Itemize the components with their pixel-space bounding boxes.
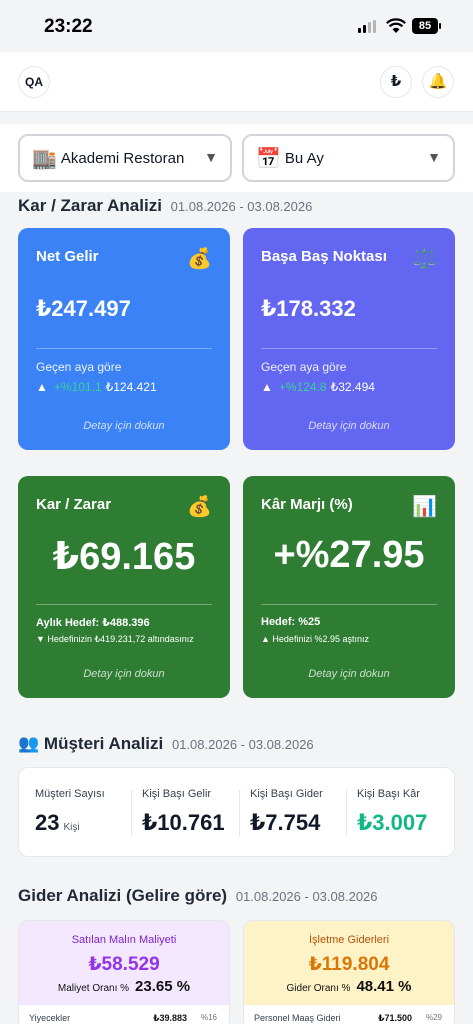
change-percent: +%124.8: [278, 380, 327, 394]
divider: [239, 790, 240, 836]
card-goal-note: ▼ Hedefinizin ₺419.231,72 altındasınız: [36, 634, 194, 644]
list-item: Yiyecekler ₺39.883 %16: [19, 1005, 229, 1024]
profit-per-customer: Kişi Başı Kâr ₺3.007: [357, 788, 428, 835]
period-select-value: Bu Ay: [284, 149, 324, 167]
card-value: ₺69.165: [52, 536, 196, 578]
card-title: Kâr Marjı (%): [261, 496, 353, 513]
status-time: 23:22: [44, 16, 93, 37]
operating-expenses-card[interactable]: İşletme Giderleri ₺119.804 Gider Oranı %…: [243, 920, 455, 1024]
filter-bar: 🏬 Akademi Restoran ▼ 📅 Bu Ay ▼: [0, 124, 473, 192]
list-item: Personel Maaş Gideri ₺71.500 %29: [244, 1005, 454, 1024]
card-title: Başa Baş Noktası: [261, 248, 387, 265]
chevron-down-icon: ▼: [427, 149, 441, 165]
net-income-card[interactable]: Net Gelir 💰 ₺247.497 Geçen aya göre ▲ +%1…: [18, 228, 230, 450]
card-comparison: ▲ +%124.8 ₺32.494: [261, 380, 375, 394]
customer-section-title: 👥 Müşteri Analizi 01.08.2026 - 03.08.202…: [18, 734, 314, 753]
expense-ratio: Gider Oranı % 48.41 %: [286, 978, 412, 995]
wifi-icon: [386, 18, 406, 33]
people-icon: 👥: [18, 734, 40, 753]
profit-section-range: 01.08.2026 - 03.08.2026: [170, 199, 313, 214]
customer-metrics-card: Müşteri Sayısı 23 Kişi Kişi Başı Gelir ₺1…: [18, 767, 455, 857]
previous-value: ₺32.494: [330, 380, 375, 394]
cogs-card[interactable]: Satılan Malın Maliyeti ₺58.529 Maliyet O…: [18, 920, 230, 1024]
notifications-button[interactable]: 🔔: [422, 66, 454, 98]
card-value: ₺119.804: [308, 954, 390, 975]
top-bar: QA ₺ 🔔: [0, 52, 473, 112]
card-value: +%27.95: [273, 534, 425, 576]
card-value: ₺247.497: [36, 296, 131, 321]
chevron-down-icon: ▼: [204, 149, 218, 165]
money-bag-icon: 💰: [187, 496, 212, 518]
status-bar: 23:22 85: [0, 0, 473, 52]
card-hint: Detay için dokun: [83, 668, 165, 680]
building-icon: 🏬: [32, 147, 57, 170]
battery-icon: 85: [412, 18, 441, 34]
restaurant-select-value: Akademi Restoran: [60, 149, 185, 167]
avatar[interactable]: QA: [18, 66, 50, 98]
divider: [36, 348, 212, 349]
divider: [261, 604, 437, 605]
currency-button[interactable]: ₺: [380, 66, 412, 98]
period-select[interactable]: 📅 Bu Ay ▼: [242, 134, 455, 182]
customer-count: Müşteri Sayısı 23 Kişi: [35, 788, 105, 835]
signal-icon: [358, 20, 376, 33]
card-title: Kar / Zarar: [36, 496, 112, 513]
expense-section-title: Gider Analizi (Gelire göre) 01.08.2026 -…: [18, 886, 378, 905]
bar-chart-icon: 📊: [412, 496, 437, 518]
profit-section-title: Kar / Zarar Analizi 01.08.2026 - 03.08.2…: [18, 196, 313, 215]
card-goal-note: ▲ Hedefinizi %2.95 aştınız: [261, 634, 369, 644]
card-hint: Detay için dokun: [83, 420, 165, 432]
card-value: ₺178.332: [261, 296, 356, 321]
divider: [346, 790, 347, 836]
card-title: İşletme Giderleri: [308, 934, 390, 946]
change-percent: +%101.1: [53, 380, 102, 394]
customer-section-range: 01.08.2026 - 03.08.2026: [171, 737, 314, 752]
scale-icon: ⚖️: [412, 248, 437, 270]
divider: [36, 604, 212, 605]
profit-loss-card[interactable]: Kar / Zarar 💰 ₺69.165 Aylık Hedef: ₺488.…: [18, 476, 230, 698]
card-comparison: ▲ +%101.1 ₺124.421: [36, 380, 157, 394]
calendar-icon: 📅: [256, 147, 281, 170]
restaurant-select[interactable]: 🏬 Akademi Restoran ▼: [18, 134, 232, 182]
card-subtitle: Geçen aya göre: [261, 360, 347, 374]
expense-section-range: 01.08.2026 - 03.08.2026: [235, 889, 378, 904]
card-value: ₺58.529: [88, 954, 160, 975]
bell-icon: 🔔: [428, 73, 448, 90]
card-goal: Hedef: %25: [261, 616, 321, 628]
card-goal: Aylık Hedef: ₺488.396: [36, 617, 150, 629]
profit-margin-card[interactable]: Kâr Marjı (%) 📊 +%27.95 Hedef: %25 ▲ Hed…: [243, 476, 455, 698]
expense-per-customer: Kişi Başı Gider ₺7.754: [250, 788, 323, 835]
card-hint: Detay için dokun: [308, 668, 390, 680]
card-subtitle: Geçen aya göre: [36, 360, 122, 374]
card-title: Net Gelir: [36, 248, 99, 265]
income-per-customer: Kişi Başı Gelir ₺10.761: [142, 788, 225, 835]
card-hint: Detay için dokun: [308, 420, 390, 432]
cost-ratio: Maliyet Oranı % 23.65 %: [57, 978, 191, 995]
lira-icon: ₺: [390, 73, 402, 90]
divider: [131, 790, 132, 836]
breakeven-card[interactable]: Başa Baş Noktası ⚖️ ₺178.332 Geçen aya g…: [243, 228, 455, 450]
previous-value: ₺124.421: [105, 380, 157, 394]
divider: [261, 348, 437, 349]
money-bag-icon: 💰: [187, 248, 212, 270]
card-title: Satılan Malın Maliyeti: [71, 934, 177, 946]
